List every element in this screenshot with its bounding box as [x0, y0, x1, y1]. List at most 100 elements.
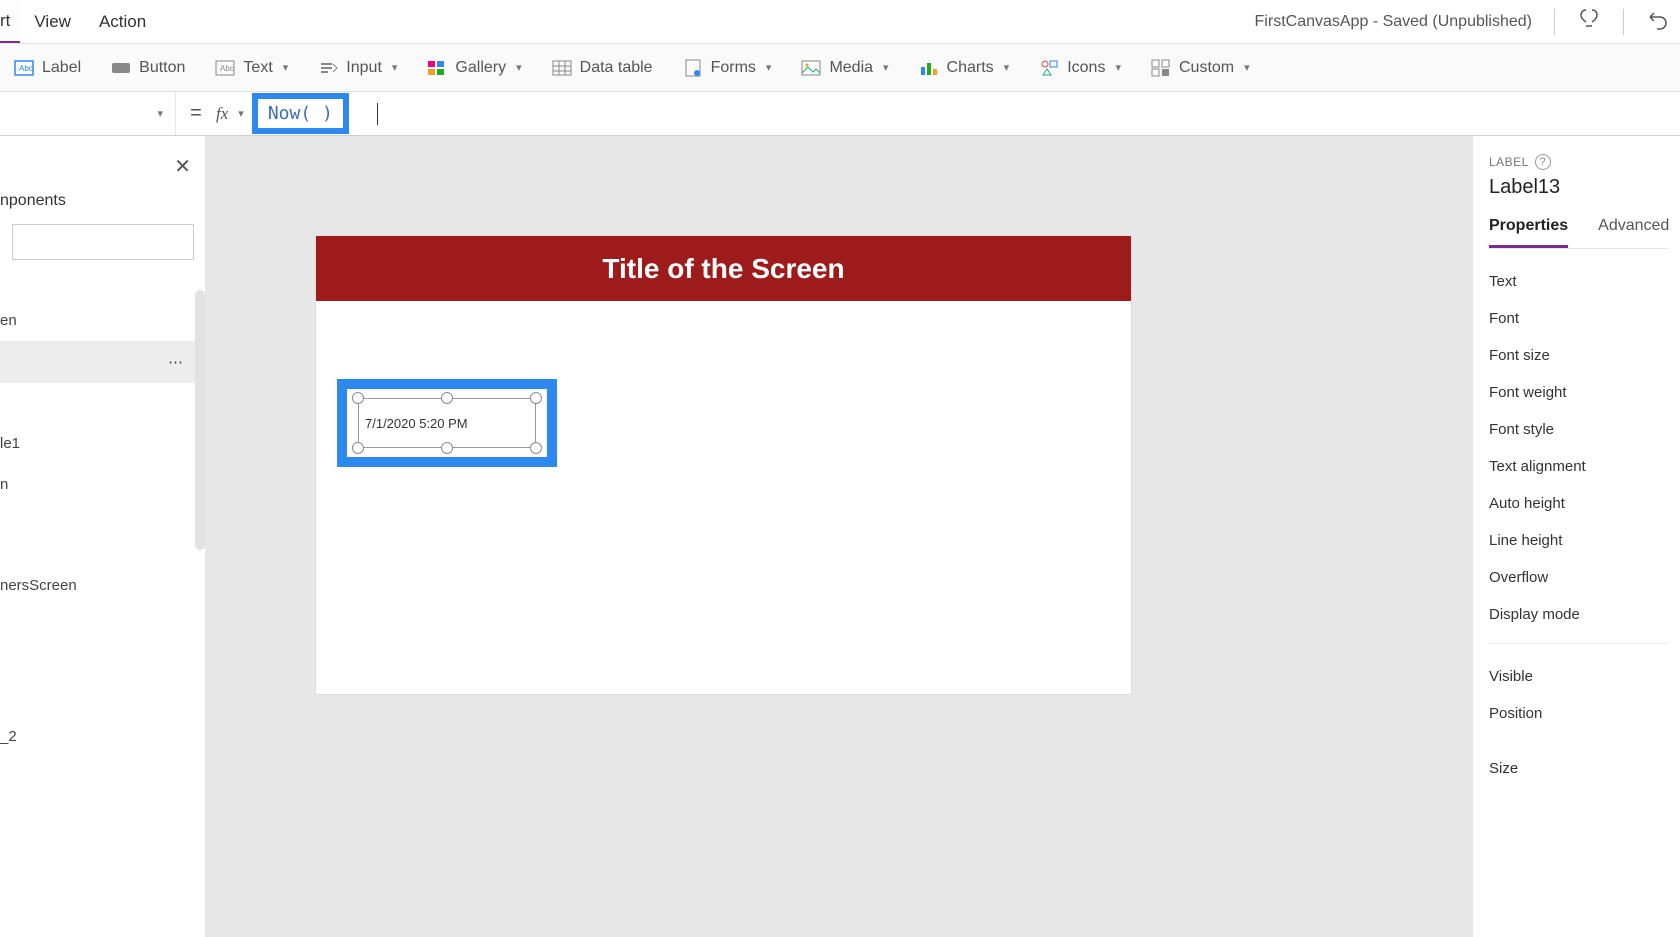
chevron-down-icon: ▾ — [283, 61, 289, 74]
ribbon-forms[interactable]: Forms ▾ — [683, 59, 772, 77]
ribbon-button-text: Button — [139, 59, 185, 77]
prop-visible[interactable]: Visible — [1489, 658, 1668, 695]
prop-position[interactable]: Position — [1489, 695, 1668, 732]
canvas-area[interactable]: Title of the Screen 7/1/2020 5:20 PM — [206, 136, 1472, 937]
menu-tab-label: rt — [0, 11, 10, 31]
prop-font-size[interactable]: Font size — [1489, 337, 1668, 374]
custom-icon — [1151, 59, 1171, 77]
prop-display-mode[interactable]: Display mode — [1489, 596, 1668, 633]
chevron-down-icon: ▾ — [392, 61, 398, 74]
ribbon-custom-text: Custom — [1179, 59, 1234, 77]
charts-icon — [919, 59, 939, 77]
ribbon-charts[interactable]: Charts ▾ — [919, 59, 1010, 77]
resize-handle[interactable] — [352, 442, 364, 454]
resize-handle[interactable] — [530, 442, 542, 454]
tree-item[interactable]: _2 — [0, 716, 205, 757]
forms-icon — [683, 59, 703, 77]
input-icon — [318, 59, 338, 77]
screen-title-label[interactable]: Title of the Screen — [316, 236, 1131, 301]
resize-handle[interactable] — [441, 392, 453, 404]
components-tab[interactable]: nponents — [0, 192, 205, 210]
main-area: ✕ nponents en ⋯ le1 n nersScreen _2 Titl… — [0, 136, 1680, 937]
chevron-down-icon[interactable]: ▾ — [238, 107, 244, 120]
panel-tabs: Properties Advanced — [1489, 217, 1668, 249]
ribbon-icons[interactable]: Icons ▾ — [1039, 59, 1121, 77]
ribbon-label[interactable]: Abc Label — [14, 59, 81, 77]
svg-text:Abc: Abc — [19, 64, 33, 73]
control-name[interactable]: Label13 — [1489, 176, 1668, 199]
close-icon[interactable]: ✕ — [174, 154, 191, 179]
formula-input[interactable]: Now( ) — [252, 93, 349, 134]
divider — [1554, 9, 1555, 35]
section-divider — [1489, 643, 1668, 658]
menu-tab-insert[interactable]: rt — [0, 0, 20, 43]
ribbon-text-text: Text — [243, 59, 272, 77]
ribbon-datatable-text: Data table — [580, 59, 653, 77]
resize-handle[interactable] — [441, 442, 453, 454]
ribbon-charts-text: Charts — [947, 59, 994, 77]
property-list: Text Font Font size Font weight Font sty… — [1489, 263, 1668, 787]
menu-item-action[interactable]: Action — [85, 12, 160, 32]
chevron-down-icon: ▾ — [766, 61, 772, 74]
media-icon — [801, 59, 821, 77]
prop-line-height[interactable]: Line height — [1489, 522, 1668, 559]
tree-search-input[interactable] — [12, 224, 194, 260]
prop-text-alignment[interactable]: Text alignment — [1489, 448, 1668, 485]
ribbon-media[interactable]: Media ▾ — [801, 59, 888, 77]
gallery-icon — [427, 59, 447, 77]
prop-overflow[interactable]: Overflow — [1489, 559, 1668, 596]
chevron-down-icon: ▾ — [157, 107, 163, 120]
tree-item[interactable]: nersScreen — [0, 565, 205, 606]
screen-artboard[interactable]: Title of the Screen 7/1/2020 5:20 PM — [316, 236, 1131, 694]
ribbon-gallery[interactable]: Gallery ▾ — [427, 59, 521, 77]
more-icon[interactable]: ⋯ — [168, 353, 183, 371]
selected-label-control[interactable]: 7/1/2020 5:20 PM — [358, 398, 536, 448]
formula-bar: ▾ = fx ▾ Now( ) — [0, 92, 1680, 136]
ribbon-text[interactable]: Abc Text ▾ — [215, 59, 288, 77]
button-icon — [111, 59, 131, 77]
prop-font-weight[interactable]: Font weight — [1489, 374, 1668, 411]
ribbon-label-text: Label — [42, 59, 81, 77]
ribbon-icons-text: Icons — [1067, 59, 1105, 77]
ribbon-media-text: Media — [829, 59, 873, 77]
prop-size[interactable]: Size — [1489, 750, 1668, 787]
resize-handle[interactable] — [530, 392, 542, 404]
svg-text:Abc: Abc — [220, 64, 234, 73]
ribbon-custom[interactable]: Custom ▾ — [1151, 59, 1250, 77]
tree-item[interactable]: le1 — [0, 423, 205, 464]
prop-font-style[interactable]: Font style — [1489, 411, 1668, 448]
app-checker-icon[interactable] — [1577, 7, 1601, 36]
ribbon-button[interactable]: Button — [111, 59, 185, 77]
prop-font[interactable]: Font — [1489, 300, 1668, 337]
scrollbar[interactable] — [195, 290, 205, 550]
control-type-label: LABEL ? — [1489, 154, 1668, 170]
icons-icon — [1039, 59, 1059, 77]
tab-advanced[interactable]: Advanced — [1598, 217, 1669, 248]
fx-label: fx — [216, 104, 228, 124]
tab-properties[interactable]: Properties — [1489, 217, 1568, 248]
properties-panel: LABEL ? Label13 Properties Advanced Text… — [1472, 136, 1680, 937]
ribbon-forms-text: Forms — [711, 59, 756, 77]
chevron-down-icon: ▾ — [1244, 61, 1250, 74]
control-type-text: LABEL — [1489, 155, 1529, 169]
label-icon: Abc — [14, 59, 34, 77]
ribbon-datatable[interactable]: Data table — [552, 59, 653, 77]
datatable-icon — [552, 59, 572, 77]
selected-label-highlight: 7/1/2020 5:20 PM — [337, 379, 557, 467]
property-dropdown[interactable]: ▾ — [0, 92, 176, 135]
ribbon-input-text: Input — [346, 59, 382, 77]
tree-item-selected[interactable]: ⋯ — [0, 341, 205, 383]
text-cursor-icon — [377, 103, 378, 125]
tree-item[interactable]: n — [0, 464, 205, 505]
text-icon: Abc — [215, 59, 235, 77]
divider — [1623, 9, 1624, 35]
help-icon[interactable]: ? — [1535, 154, 1551, 170]
tree-item[interactable]: en — [0, 300, 205, 341]
ribbon-input[interactable]: Input ▾ — [318, 59, 397, 77]
prop-text[interactable]: Text — [1489, 263, 1668, 300]
resize-handle[interactable] — [352, 392, 364, 404]
titlebar-right-cluster: FirstCanvasApp - Saved (Unpublished) — [1255, 0, 1670, 43]
prop-auto-height[interactable]: Auto height — [1489, 485, 1668, 522]
menu-item-view[interactable]: View — [20, 12, 85, 32]
undo-icon[interactable] — [1646, 7, 1670, 36]
